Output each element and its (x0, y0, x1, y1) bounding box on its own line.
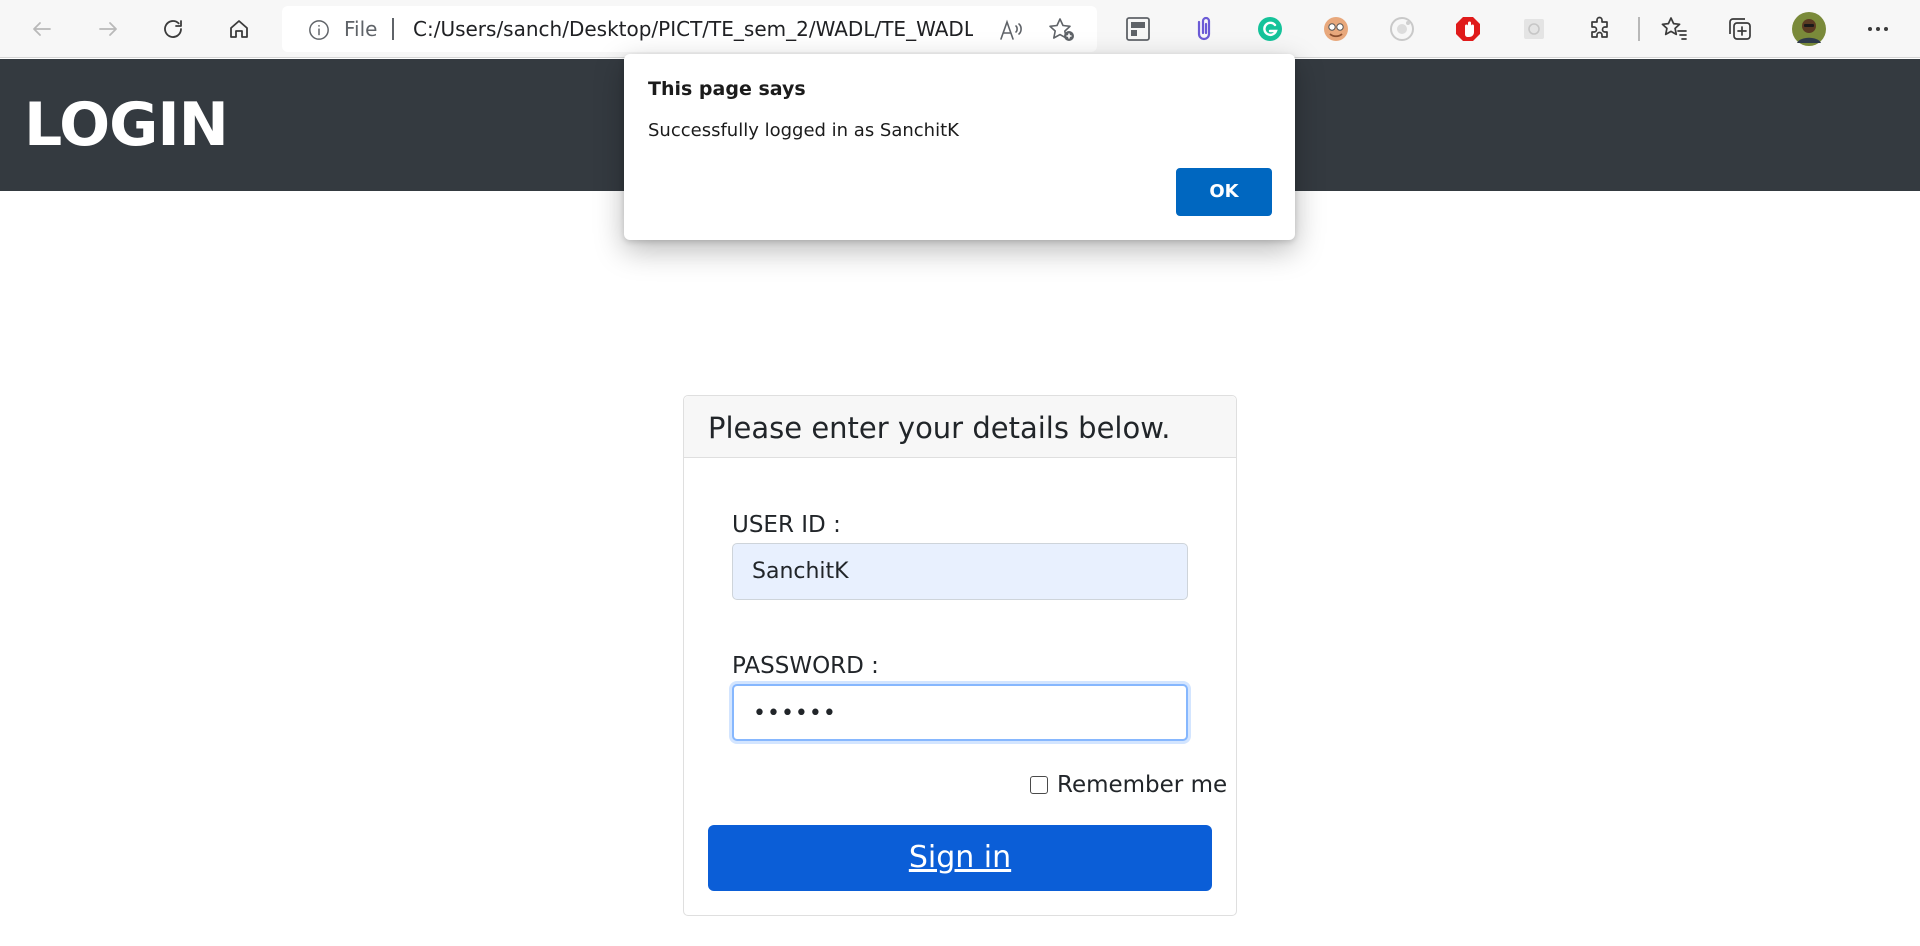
login-card: Please enter your details below. USER ID… (683, 395, 1237, 916)
password-label: PASSWORD : (732, 653, 879, 679)
grey-circle-extension-icon[interactable] (1388, 15, 1416, 43)
adblock-icon[interactable] (1454, 15, 1482, 43)
read-aloud-icon[interactable] (999, 18, 1025, 42)
ok-button[interactable]: OK (1176, 168, 1272, 216)
profile-avatar[interactable] (1792, 12, 1826, 46)
file-scheme-label: File (344, 17, 378, 41)
avatar-extension-icon[interactable] (1322, 15, 1350, 43)
page-title: LOGIN (24, 90, 229, 160)
puzzle-grey-extension-icon[interactable] (1520, 15, 1548, 43)
address-separator (392, 18, 394, 40)
favorites-icon[interactable] (1660, 15, 1688, 43)
dialog-title: This page says (648, 78, 806, 100)
refresh-icon[interactable] (153, 9, 193, 49)
clipboard-extension-icon[interactable] (1190, 15, 1218, 43)
user-id-label: USER ID : (732, 512, 841, 538)
remember-me[interactable]: Remember me (1030, 770, 1227, 800)
extensions-icon[interactable] (1586, 15, 1614, 43)
card-header-text: Please enter your details below. (708, 411, 1171, 445)
card-header: Please enter your details below. (684, 396, 1236, 458)
user-id-input[interactable]: SanchitK (732, 543, 1188, 600)
password-input[interactable]: •••••• (732, 684, 1188, 741)
alert-dialog: This page says Successfully logged in as… (624, 54, 1295, 240)
toolbar-separator (1638, 17, 1640, 41)
collections-icon[interactable] (1726, 15, 1754, 43)
more-options-icon[interactable] (1864, 15, 1892, 43)
remember-me-label[interactable]: Remember me (1057, 772, 1227, 798)
url-text[interactable]: C:/Users/sanch/Desktop/PICT/TE_sem_2/WAD… (413, 6, 973, 52)
remember-me-checkbox[interactable] (1030, 776, 1048, 794)
forward-arrow-icon[interactable] (88, 9, 128, 49)
info-icon[interactable] (308, 19, 330, 41)
address-bar[interactable]: File C:/Users/sanch/Desktop/PICT/TE_sem_… (282, 6, 1097, 52)
web-capture-icon[interactable] (1124, 15, 1152, 43)
home-icon[interactable] (219, 9, 259, 49)
add-favorite-icon[interactable] (1048, 17, 1076, 43)
sign-in-button[interactable]: Sign in (708, 825, 1212, 891)
dialog-message: Successfully logged in as SanchitK (648, 120, 959, 141)
back-arrow-icon[interactable] (22, 9, 62, 49)
grammarly-icon[interactable] (1256, 15, 1284, 43)
browser-toolbar: File C:/Users/sanch/Desktop/PICT/TE_sem_… (0, 0, 1920, 58)
